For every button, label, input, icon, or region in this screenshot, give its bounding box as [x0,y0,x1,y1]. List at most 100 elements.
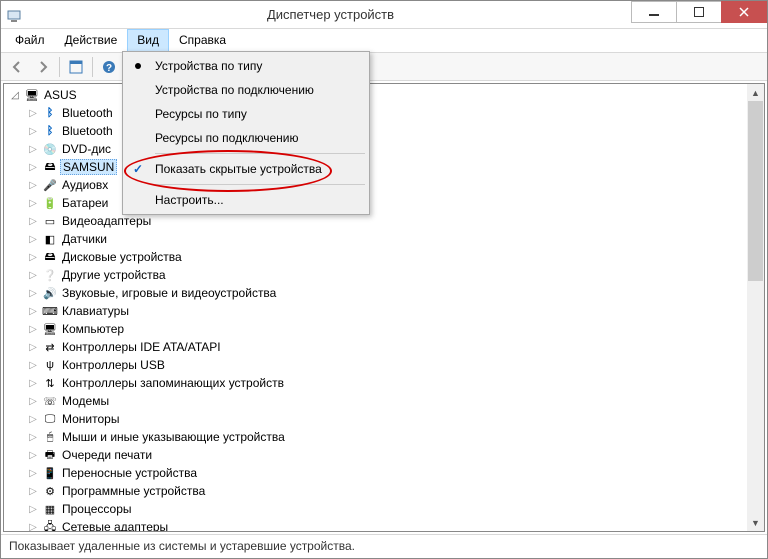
menu-option[interactable]: Устройства по типу [125,54,367,78]
tree-node[interactable]: ▷⚙Программные устройства [22,482,747,500]
tree-node-label: Bluetooth [60,124,115,138]
expand-icon[interactable]: ▷ [26,522,40,532]
printer-icon: 🖶 [42,447,58,463]
scroll-thumb[interactable] [748,101,763,281]
titlebar: Диспетчер устройств [1,1,767,29]
expand-icon[interactable]: ▷ [26,468,40,479]
tree-node[interactable]: ▷🖴Дисковые устройства [22,248,747,266]
cpu-icon: ▦ [42,501,58,517]
menu-item[interactable]: Действие [55,29,128,52]
monitor-icon: 🖵 [42,411,58,427]
tree-node-label: Аудиовх [60,178,110,192]
menu-option[interactable]: Ресурсы по типу [125,102,367,126]
tree-node[interactable]: ▷ψКонтроллеры USB [22,356,747,374]
view-menu-dropdown: Устройства по типуУстройства по подключе… [122,51,370,215]
statusbar: Показывает удаленные из системы и устаре… [1,534,767,558]
computer-icon: 🖥 [42,321,58,337]
tree-node[interactable]: ▷📱Переносные устройства [22,464,747,482]
expand-icon[interactable]: ▷ [26,414,40,425]
tree-root[interactable]: ◿🖥ASUS [4,86,747,104]
svg-text:?: ? [106,63,112,74]
tree-node[interactable]: ▷🖱Мыши и иные указывающие устройства [22,428,747,446]
back-button[interactable] [5,55,29,79]
expand-icon[interactable]: ▷ [26,396,40,407]
tree-node-label: Батареи [60,196,110,210]
expand-icon[interactable]: ▷ [26,108,40,119]
expand-icon[interactable]: ▷ [26,378,40,389]
keyboard-icon: ⌨ [42,303,58,319]
software-icon: ⚙ [42,483,58,499]
menu-option[interactable]: Устройства по подключению [125,78,367,102]
expand-icon[interactable]: ▷ [26,252,40,263]
tree-node-label: Другие устройства [60,268,168,282]
tree-node-label: Контроллеры запоминающих устройств [60,376,286,390]
tree-node-label: Сетевые адаптеры [60,520,170,531]
menu-option[interactable]: Ресурсы по подключению [125,126,367,150]
expand-icon[interactable]: ▷ [26,162,40,173]
tree-node-label: ASUS [42,88,79,102]
status-text: Показывает удаленные из системы и устаре… [9,539,355,553]
menu-option[interactable]: ✓Показать скрытые устройства [125,157,367,181]
expand-icon[interactable]: ▷ [26,450,40,461]
expand-icon[interactable]: ▷ [26,270,40,281]
device-tree[interactable]: ◿🖥ASUS▷ᛒBluetooth▷ᛒBluetooth▷💿DVD-дис▷🖴S… [4,84,747,531]
vertical-scrollbar[interactable]: ▲ ▼ [747,84,764,531]
expand-icon[interactable]: ▷ [26,342,40,353]
tree-node[interactable]: ▷🖶Очереди печати [22,446,747,464]
menu-option-label: Показать скрытые устройства [151,162,367,176]
menu-option-label: Ресурсы по типу [151,107,367,121]
tree-node[interactable]: ▷⌨Клавиатуры [22,302,747,320]
tree-node[interactable]: ▷❔Другие устройства [22,266,747,284]
expand-icon[interactable]: ▷ [26,324,40,335]
menu-item[interactable]: Файл [5,29,55,52]
tree-node[interactable]: ▷⇅Контроллеры запоминающих устройств [22,374,747,392]
expand-icon[interactable]: ▷ [26,144,40,155]
show-tree-button[interactable] [64,55,88,79]
menu-item[interactable]: Справка [169,29,236,52]
tree-node[interactable]: ▷🖧Сетевые адаптеры [22,518,747,531]
tree-node-label: Мониторы [60,412,121,426]
expand-icon[interactable]: ▷ [26,288,40,299]
close-button[interactable] [721,1,767,23]
tree-node-label: Очереди печати [60,448,154,462]
expand-icon[interactable]: ▷ [26,486,40,497]
tree-node-label: Дисковые устройства [60,250,184,264]
help-button[interactable]: ? [97,55,121,79]
tree-node-label: Клавиатуры [60,304,131,318]
expand-icon[interactable]: ▷ [26,198,40,209]
expand-icon[interactable]: ▷ [26,126,40,137]
menu-option[interactable]: Настроить... [125,188,367,212]
expand-icon[interactable]: ▷ [26,360,40,371]
maximize-button[interactable] [676,1,722,23]
toolbar-separator [92,57,93,77]
expand-icon[interactable]: ▷ [26,504,40,515]
computer-icon: 🖥 [24,87,40,103]
menu-option-label: Ресурсы по подключению [151,131,367,145]
tree-node-label: SAMSUN [60,159,117,175]
forward-button[interactable] [31,55,55,79]
tree-node[interactable]: ▷▦Процессоры [22,500,747,518]
collapse-icon[interactable]: ◿ [8,90,22,101]
tree-node-label: Звуковые, игровые и видеоустройства [60,286,278,300]
tree-node-label: Bluetooth [60,106,115,120]
expand-icon[interactable]: ▷ [26,432,40,443]
check-icon: ✓ [125,162,151,176]
scroll-down-button[interactable]: ▼ [747,514,764,531]
radio-icon [125,63,151,69]
tree-node[interactable]: ▷🖵Мониторы [22,410,747,428]
tree-node[interactable]: ▷🔊Звуковые, игровые и видеоустройства [22,284,747,302]
device-manager-window: Диспетчер устройств ФайлДействиеВидСправ… [0,0,768,559]
expand-icon[interactable]: ▷ [26,234,40,245]
tree-node[interactable]: ▷◧Датчики [22,230,747,248]
menu-item[interactable]: Вид [127,29,169,52]
expand-icon[interactable]: ▷ [26,216,40,227]
tree-node[interactable]: ▷⇄Контроллеры IDE ATA/ATAPI [22,338,747,356]
expand-icon[interactable]: ▷ [26,180,40,191]
minimize-button[interactable] [631,1,677,23]
menu-option-label: Настроить... [151,193,367,207]
expand-icon[interactable]: ▷ [26,306,40,317]
tree-node[interactable]: ▷🖥Компьютер [22,320,747,338]
scroll-up-button[interactable]: ▲ [747,84,764,101]
tree-node-label: Компьютер [60,322,126,336]
tree-node[interactable]: ▷☏Модемы [22,392,747,410]
